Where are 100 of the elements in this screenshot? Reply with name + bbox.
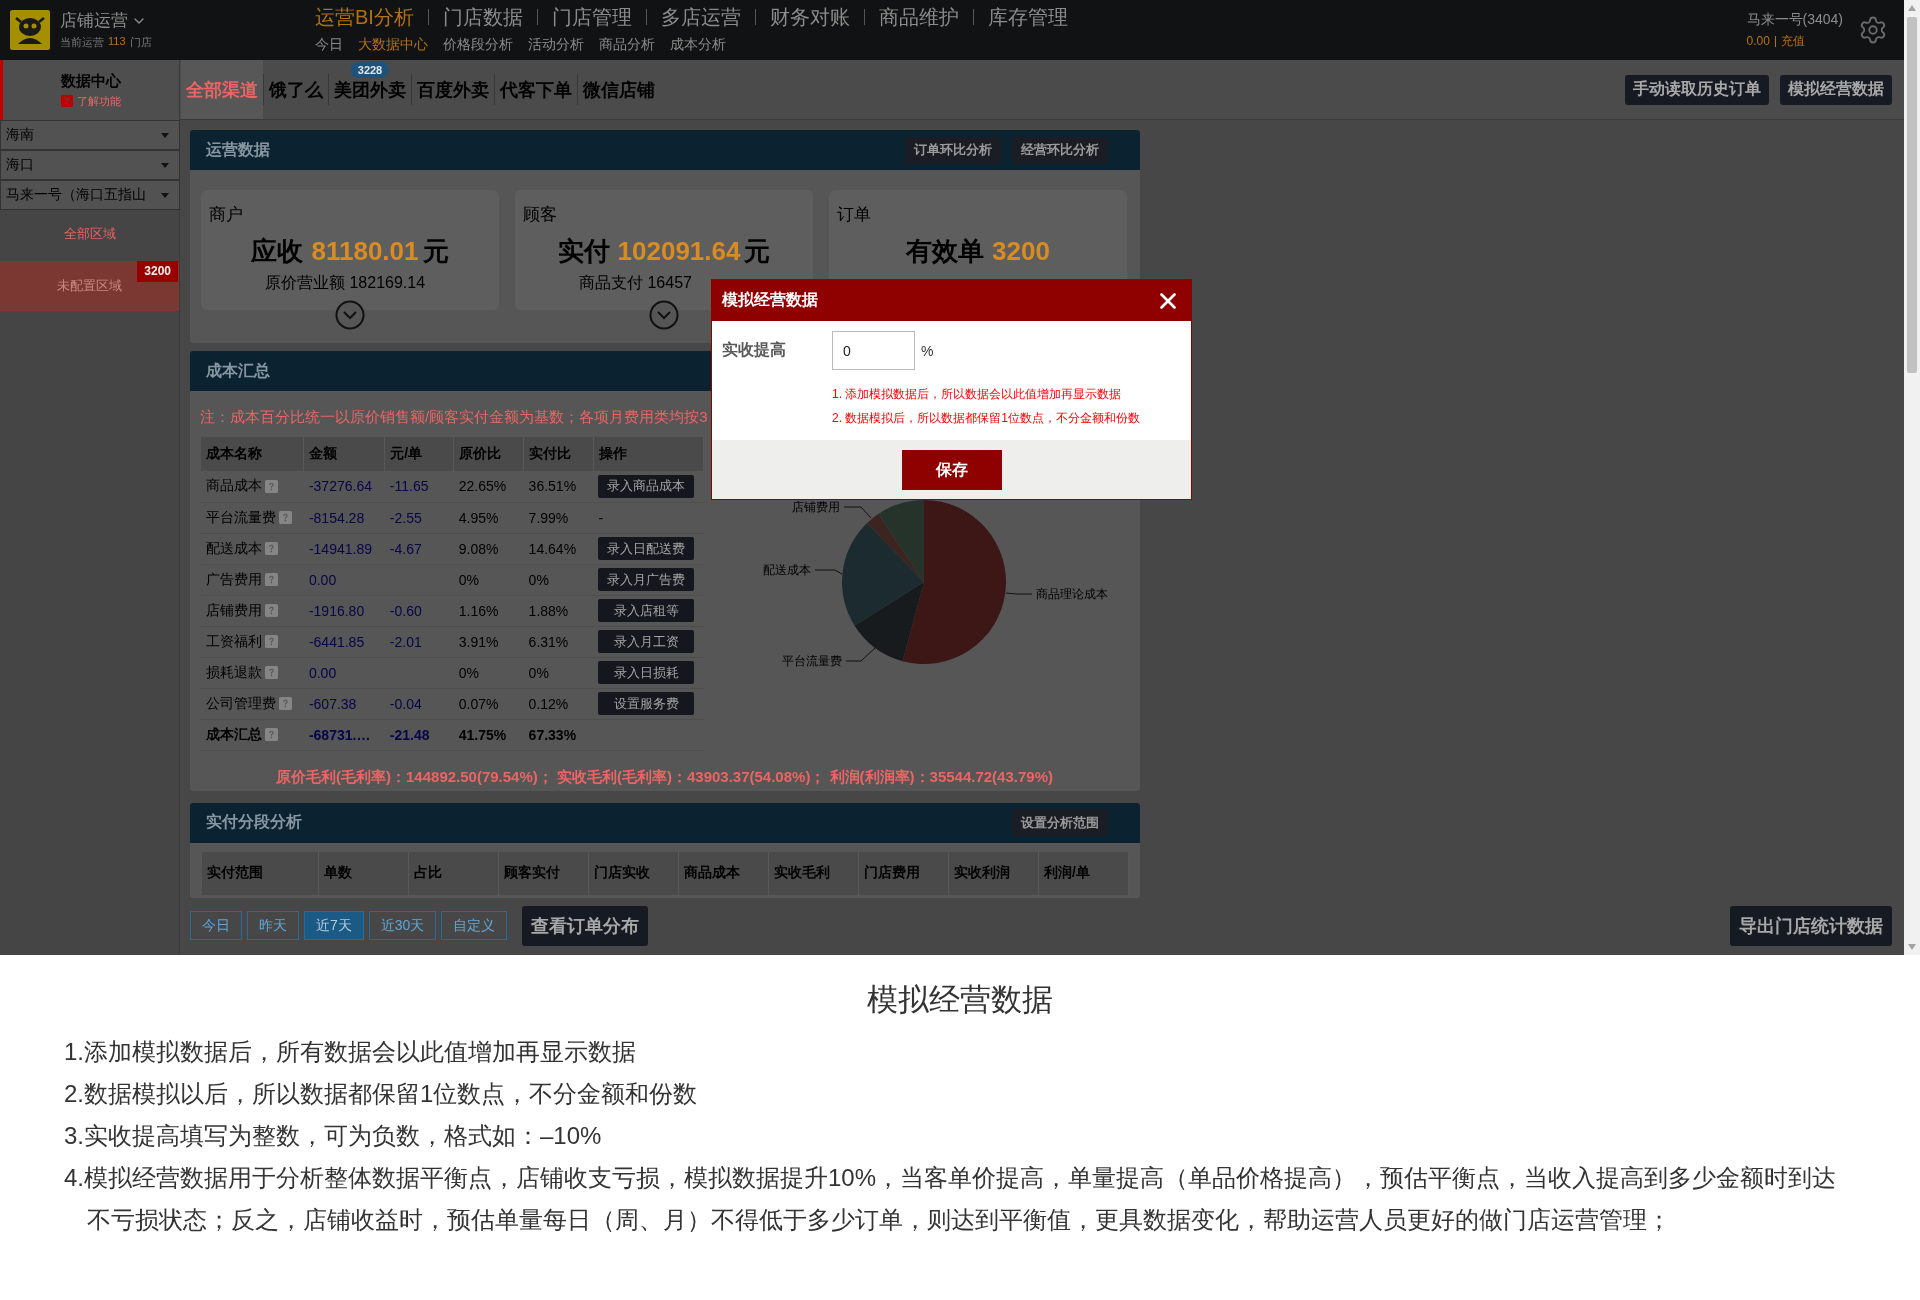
help-icon[interactable]	[265, 573, 278, 586]
export-button[interactable]: 导出门店统计数据	[1730, 905, 1892, 946]
action-button[interactable]: 录入日配送费	[598, 537, 695, 560]
save-button[interactable]: 保存	[901, 450, 1002, 490]
help-icon[interactable]	[265, 728, 278, 741]
panel-title: 实付分段分析	[206, 812, 302, 832]
channel-tab[interactable]: 美团外卖 3228	[329, 60, 411, 119]
table-cell: 0%	[523, 564, 594, 595]
table-cell: 1.16%	[453, 595, 524, 626]
scrollbar-thumb[interactable]	[1907, 17, 1917, 373]
caption-text: 当前运营	[60, 34, 104, 50]
toolbar-button[interactable]: 模拟经营数据	[1780, 74, 1892, 105]
chart-label: 店铺费用	[792, 500, 840, 514]
cost-name: 成本汇总	[206, 725, 262, 744]
table-cell: 7.99%	[523, 502, 594, 533]
nav-link[interactable]: 商品维护	[878, 5, 959, 29]
caption-unit: 门店	[129, 34, 152, 50]
leader-line	[845, 647, 876, 662]
unassigned-region-item[interactable]: 未配置区域 3200	[0, 261, 179, 311]
table-cell: 0.00	[303, 564, 385, 595]
nav-link[interactable]: 多店运营	[660, 5, 741, 29]
help-icon[interactable]	[279, 511, 292, 524]
metric-detail: 原价营业额 182169.14	[265, 273, 426, 293]
column-header: 实收毛利	[768, 851, 859, 895]
settings-icon[interactable]	[1858, 15, 1888, 45]
action-button[interactable]: 录入店租等	[598, 599, 695, 622]
nav-link[interactable]: 门店管理	[551, 5, 632, 29]
unit-label: %	[921, 342, 934, 359]
action-button[interactable]: 设置服务费	[598, 692, 695, 715]
region-link[interactable]: 全部区域	[63, 224, 116, 244]
card-label: 商户	[209, 204, 243, 226]
chevron-down-icon[interactable]	[649, 300, 679, 330]
column-header: 成本名称	[201, 437, 304, 471]
nav-link[interactable]: 门店数据	[442, 5, 523, 29]
range-button[interactable]: 昨天	[247, 911, 299, 940]
count-badge: 3228	[350, 62, 390, 78]
sub-nav-link[interactable]: 成本分析	[670, 35, 726, 53]
sub-nav-link[interactable]: 大数据中心	[358, 35, 428, 53]
header-button[interactable]: 经营环比分析	[1012, 136, 1108, 164]
sub-nav-link[interactable]: 价格段分析	[443, 35, 513, 53]
help-icon[interactable]	[279, 697, 292, 710]
toolbar-button[interactable]: 手动读取历史订单	[1625, 74, 1769, 105]
sidebar-title: 数据中心	[61, 71, 121, 91]
scroll-down-icon[interactable]	[1908, 944, 1916, 950]
help-icon[interactable]	[265, 635, 278, 648]
nav-link[interactable]: 运营BI分析	[315, 5, 414, 29]
metric-label: 应收	[251, 235, 304, 267]
table-cell: 6.31%	[523, 626, 594, 657]
table-cell: 22.65%	[453, 471, 524, 502]
caret-icon	[161, 192, 169, 198]
column-header: 操作	[593, 437, 704, 471]
table-cell: 0%	[453, 657, 524, 688]
column-header: 商品成本	[678, 851, 769, 895]
table-cell: -	[593, 502, 704, 533]
scrollbar[interactable]	[1904, 0, 1920, 955]
action-button[interactable]: 录入月广告费	[598, 568, 695, 591]
column-header: 实付比	[523, 437, 594, 471]
metric-value: 81180.01	[311, 235, 419, 267]
sub-nav-link[interactable]: 商品分析	[599, 35, 655, 53]
range-button[interactable]: 自定义	[441, 911, 508, 940]
action-button[interactable]: 录入日损耗	[598, 661, 695, 684]
table-cell: -2.01	[384, 626, 454, 657]
cost-name: 广告费用	[206, 570, 262, 589]
leader-line	[1005, 592, 1033, 595]
nav-link[interactable]: 财务对账	[769, 5, 850, 29]
help-icon[interactable]	[265, 479, 278, 493]
sub-nav-link[interactable]: 今日	[315, 35, 343, 53]
balance-amount: 0.00	[1746, 34, 1770, 48]
table-cell: 36.51%	[523, 471, 594, 502]
action-button[interactable]: 录入月工资	[598, 630, 695, 653]
table-cell: -37276.64	[303, 471, 385, 502]
recharge-link[interactable]: 充值	[1780, 32, 1805, 50]
logo-icon	[10, 10, 50, 50]
hint-text: 1. 添加模拟数据后，所以数据会以此值增加再显示数据	[832, 386, 1122, 403]
field-label: 实收提高	[722, 340, 787, 360]
column-header: 占比	[408, 851, 499, 895]
count-badge: 3200	[137, 261, 178, 282]
scroll-up-icon[interactable]	[1908, 5, 1916, 11]
caption-line: 1.添加模拟数据后，所有数据会以此值增加再显示数据	[64, 1037, 636, 1067]
view-distribution-button[interactable]: 查看订单分布	[522, 905, 649, 946]
range-button[interactable]: 近7天	[304, 911, 364, 940]
range-button[interactable]: 今日	[190, 911, 242, 940]
help-icon[interactable]	[265, 666, 278, 679]
percent-input[interactable]: 0	[832, 331, 915, 370]
header-button[interactable]: 订单环比分析	[905, 136, 1001, 164]
table-cell: 0%	[523, 657, 594, 688]
chart-label: 商品理论成本	[1036, 587, 1108, 601]
sub-nav-link[interactable]: 活动分析	[528, 35, 584, 53]
help-icon[interactable]	[61, 95, 73, 107]
header-button[interactable]: 设置分析范围	[1012, 809, 1108, 836]
store-menu[interactable]: 店铺运营	[60, 10, 147, 31]
table-cell: -0.60	[384, 595, 454, 626]
nav-link[interactable]: 库存管理	[987, 5, 1068, 29]
action-button[interactable]: 录入商品成本	[598, 474, 695, 498]
help-icon[interactable]	[265, 542, 278, 555]
help-icon[interactable]	[265, 604, 278, 617]
table-cell: -607.38	[303, 688, 385, 719]
chevron-down-icon[interactable]	[335, 300, 365, 330]
range-button[interactable]: 近30天	[368, 911, 437, 940]
column-header: 实付范围	[202, 851, 319, 895]
